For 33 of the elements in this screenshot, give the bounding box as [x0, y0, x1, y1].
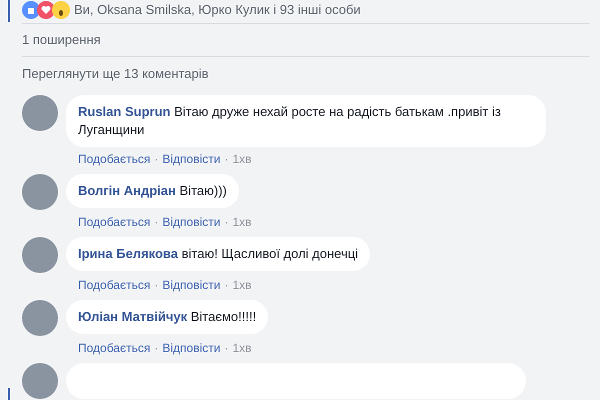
separator-dot: ·: [224, 277, 228, 294]
comment-text: Волгін Андріан Вітаю))): [78, 183, 227, 198]
avatar[interactable]: [22, 174, 58, 210]
separator-dot: ·: [154, 277, 158, 294]
like-link[interactable]: Подобається: [78, 150, 150, 168]
comment-time[interactable]: 1хв: [232, 276, 252, 294]
separator-dot: ·: [154, 340, 158, 357]
comment-time[interactable]: 1хв: [232, 339, 252, 357]
avatar[interactable]: [22, 300, 58, 336]
like-link[interactable]: Подобається: [78, 276, 150, 294]
comment-text: Ruslan Suprun Вітаю друже нехай росте на радість батькам .привіт із Луганщини: [78, 104, 501, 137]
view-more-comments-link[interactable]: Переглянути ще 13 коментарів: [22, 64, 209, 84]
comment-time[interactable]: 1хв: [232, 213, 252, 231]
comment-text: Ірина Белякова вітаю! Щасливої долі донечці: [78, 246, 358, 261]
separator-dot: ·: [224, 214, 228, 231]
comment-text: Юліан Матвійчук Вітаємо!!!!!: [78, 309, 256, 324]
like-link[interactable]: Подобається: [78, 213, 150, 231]
wow-reaction-icon: [52, 1, 70, 19]
separator-dot: ·: [154, 214, 158, 231]
like-link[interactable]: Подобається: [78, 339, 150, 357]
reply-link[interactable]: Відповісти: [162, 213, 220, 231]
reply-link[interactable]: Відповісти: [162, 276, 220, 294]
separator-dot: ·: [224, 340, 228, 357]
shares-count[interactable]: 1 поширення: [22, 30, 101, 50]
comment-time[interactable]: 1хв: [232, 150, 252, 168]
reactions-summary[interactable]: Ви, Oksana Smilska, Юрко Кулик і 93 інші особи: [74, 0, 361, 20]
reply-link[interactable]: Відповісти: [162, 150, 220, 168]
avatar[interactable]: [22, 237, 58, 273]
reply-link[interactable]: Відповісти: [162, 339, 220, 357]
separator-dot: ·: [154, 151, 158, 168]
separator-dot: ·: [224, 151, 228, 168]
avatar[interactable]: [22, 363, 58, 399]
avatar[interactable]: [22, 95, 58, 131]
